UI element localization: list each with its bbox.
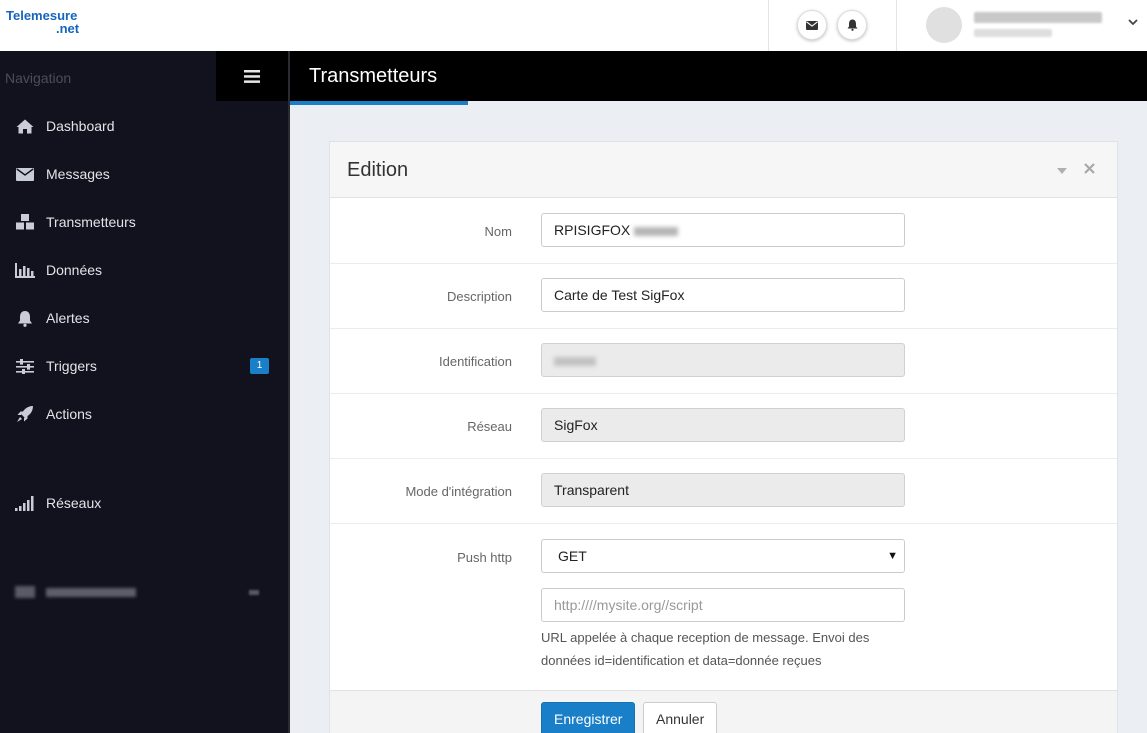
- reseau-input: SigFox: [541, 408, 905, 442]
- reseau-label: Réseau: [467, 419, 512, 434]
- form-row-reseau: Réseau SigFox: [330, 394, 1117, 459]
- envelope-icon: [806, 20, 818, 30]
- sidebar-item-label: Alertes: [46, 310, 90, 326]
- push-url-input[interactable]: http:////mysite.org//script: [541, 588, 905, 622]
- close-icon[interactable]: [1084, 162, 1095, 177]
- signal-icon: [14, 493, 36, 513]
- chevron-down-icon[interactable]: [1128, 14, 1138, 29]
- push-help-line1: URL appelée à chaque reception de messag…: [541, 630, 870, 645]
- form-row-description: Description Carte de Test SigFox: [330, 264, 1117, 329]
- sidebar-item-label: Données: [46, 262, 103, 278]
- page-header: Transmetteurs: [288, 51, 1147, 101]
- push-method-select[interactable]: GET ▼: [541, 539, 905, 573]
- description-value: Carte de Test SigFox: [554, 287, 685, 303]
- user-role-redacted: [974, 29, 1052, 37]
- reseau-value: SigFox: [554, 417, 598, 433]
- sidebar-item-actions[interactable]: Actions: [0, 390, 288, 438]
- nom-input[interactable]: RPISIGFOX: [541, 213, 905, 247]
- push-method-value: GET: [558, 548, 587, 564]
- edit-panel: Edition Nom RPISIGFOX Description Carte …: [329, 141, 1118, 733]
- sidebar-item-dashboard[interactable]: Dashboard: [0, 102, 288, 150]
- messages-button[interactable]: [797, 10, 827, 40]
- push-label: Push http: [457, 550, 512, 565]
- nom-label: Nom: [484, 224, 512, 239]
- identification-input: [541, 343, 905, 377]
- avatar[interactable]: [926, 7, 962, 43]
- save-button[interactable]: Enregistrer: [541, 702, 636, 733]
- form-row-identification: Identification: [330, 329, 1117, 394]
- sidebar-title: Navigation: [5, 70, 72, 86]
- identification-label: Identification: [439, 354, 512, 369]
- form-row-push: Push http GET ▼ http:////mysite.org//scr…: [330, 524, 1117, 690]
- user-name-redacted: [974, 12, 1102, 23]
- panel-footer: Enregistrer Annuler: [330, 690, 1117, 733]
- sidebar-edge: [288, 51, 290, 733]
- topbar-divider: [768, 0, 769, 51]
- mode-value: Transparent: [554, 482, 629, 498]
- active-tab-indicator: [290, 101, 468, 105]
- sliders-icon: [14, 356, 36, 376]
- mode-label: Mode d'intégration: [405, 484, 512, 499]
- description-label: Description: [446, 289, 512, 304]
- logo[interactable]: Telemesure .net: [6, 9, 86, 35]
- bar-chart-icon: [14, 260, 36, 280]
- sidebar-item-label: Dashboard: [46, 118, 115, 134]
- logo-line2: .net: [56, 21, 80, 36]
- identification-redacted-value: [554, 356, 596, 366]
- bell-icon: [847, 19, 857, 31]
- top-bar: Telemesure .net: [0, 0, 1147, 51]
- sidebar-item-reseaux[interactable]: Réseaux: [0, 479, 288, 527]
- cancel-button[interactable]: Annuler: [643, 702, 718, 733]
- sidebar-item-label: Réseaux: [46, 495, 102, 511]
- collapse-icon[interactable]: [1057, 162, 1067, 177]
- form-row-nom: Nom RPISIGFOX: [330, 199, 1117, 264]
- mode-input: Transparent: [541, 473, 905, 507]
- form-row-mode: Mode d'intégration Transparent: [330, 459, 1117, 524]
- sidebar-item-label: Messages: [46, 166, 110, 182]
- description-input[interactable]: Carte de Test SigFox: [541, 278, 905, 312]
- sidebar-item-triggers[interactable]: Triggers 1: [0, 342, 288, 390]
- sidebar-item-donnees[interactable]: Données: [0, 246, 288, 294]
- push-url-placeholder: http:////mysite.org//script: [554, 597, 703, 613]
- sidebar-item-redacted[interactable]: [0, 568, 288, 616]
- triggers-count-badge: 1: [250, 358, 269, 374]
- page-title: Transmetteurs: [309, 65, 438, 87]
- bell-icon: [14, 308, 36, 328]
- home-icon: [14, 116, 36, 136]
- nom-value: RPISIGFOX: [554, 222, 631, 238]
- sidebar-item-transmetteurs[interactable]: Transmetteurs: [0, 198, 288, 246]
- push-help-line2: données id=identification et data=donnée…: [541, 653, 822, 668]
- cubes-icon: [14, 212, 36, 232]
- sidebar-item-label: Triggers: [46, 358, 97, 374]
- push-help-text: URL appelée à chaque reception de messag…: [541, 626, 901, 672]
- rocket-icon: [14, 404, 36, 424]
- redacted-label: [46, 587, 136, 597]
- redacted-indicator: [249, 589, 259, 595]
- sidebar-item-label: Actions: [46, 406, 92, 422]
- sidebar-item-alertes[interactable]: Alertes: [0, 294, 288, 342]
- sidebar-toggle-button[interactable]: [216, 51, 288, 101]
- sidebar-item-label: Transmetteurs: [46, 214, 136, 230]
- select-arrow-icon: ▼: [887, 550, 898, 562]
- envelope-icon: [14, 164, 36, 184]
- notifications-button[interactable]: [837, 10, 867, 40]
- topbar-divider: [896, 0, 897, 51]
- hamburger-icon: [244, 69, 260, 83]
- nom-redacted-suffix: [634, 226, 679, 236]
- panel-header: Edition: [330, 142, 1117, 198]
- redacted-icon: [15, 586, 35, 598]
- panel-title: Edition: [347, 159, 409, 181]
- sidebar-item-messages[interactable]: Messages: [0, 150, 288, 198]
- sidebar: Navigation Dashboard Messages Transmette…: [0, 51, 288, 733]
